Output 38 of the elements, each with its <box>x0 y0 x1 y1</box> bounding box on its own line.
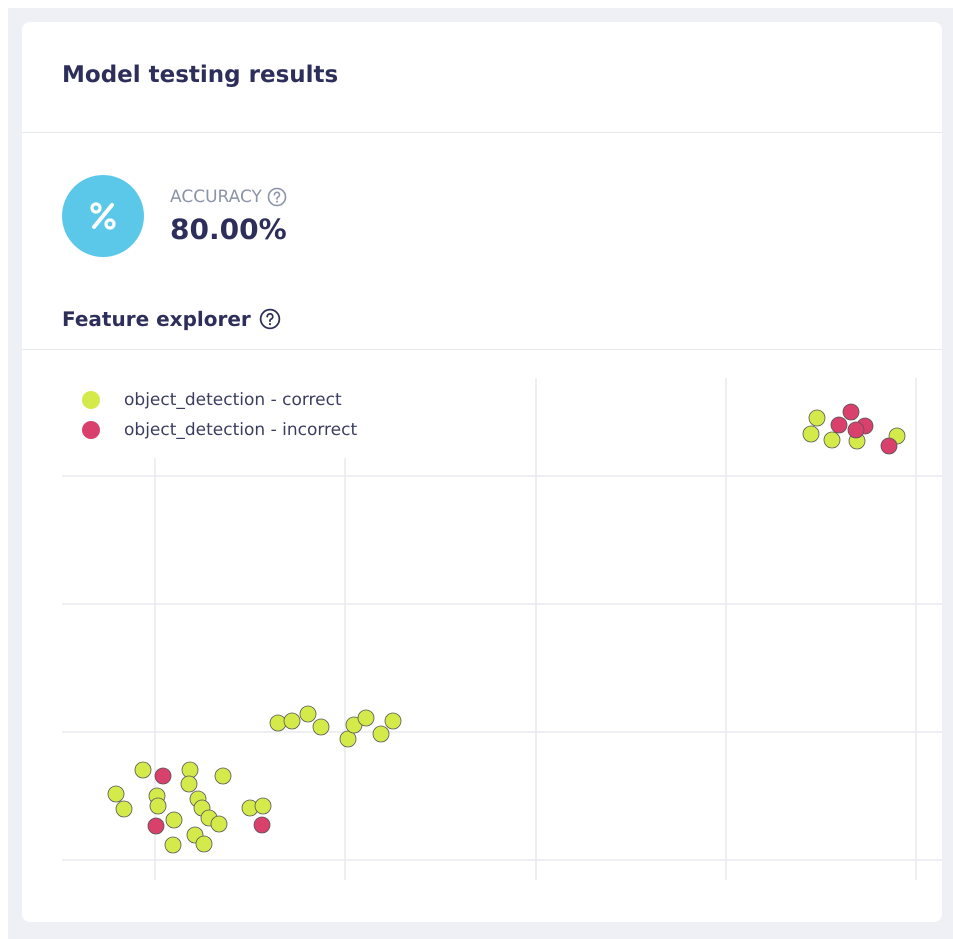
data-point <box>254 816 270 834</box>
data-point <box>108 786 124 802</box>
data-point <box>300 706 316 722</box>
card-title: Model testing results <box>62 62 338 88</box>
data-point <box>214 768 232 784</box>
data-point <box>180 776 198 792</box>
data-point <box>166 812 182 828</box>
data-point <box>148 818 164 834</box>
help-icon[interactable] <box>258 308 281 330</box>
data-point <box>808 410 826 426</box>
data-point <box>284 712 300 730</box>
metric-label: ACCURACY <box>170 186 262 206</box>
data-point <box>182 762 198 778</box>
data-point <box>372 726 390 742</box>
data-point <box>802 426 820 442</box>
data-point <box>254 798 272 814</box>
data-point <box>880 438 898 454</box>
data-point <box>842 404 860 420</box>
data-point <box>830 416 848 434</box>
data-point <box>210 816 228 832</box>
data-point <box>134 762 152 778</box>
data-point <box>312 718 330 736</box>
data-point <box>384 712 402 730</box>
section-title: Feature explorer <box>62 307 251 331</box>
data-point <box>358 710 374 726</box>
data-point <box>340 730 356 748</box>
data-point <box>270 714 286 732</box>
data-point <box>164 836 182 854</box>
data-point <box>150 798 166 814</box>
metric-value: 80.00% <box>170 212 287 246</box>
legend-label[interactable]: object_detection - correct <box>124 390 342 410</box>
data-point <box>196 836 212 852</box>
legend-label[interactable]: object_detection - incorrect <box>124 420 358 440</box>
data-point <box>346 716 362 734</box>
data-point <box>824 432 840 448</box>
data-point <box>116 800 132 818</box>
data-point <box>848 422 864 438</box>
data-point <box>154 768 172 784</box>
